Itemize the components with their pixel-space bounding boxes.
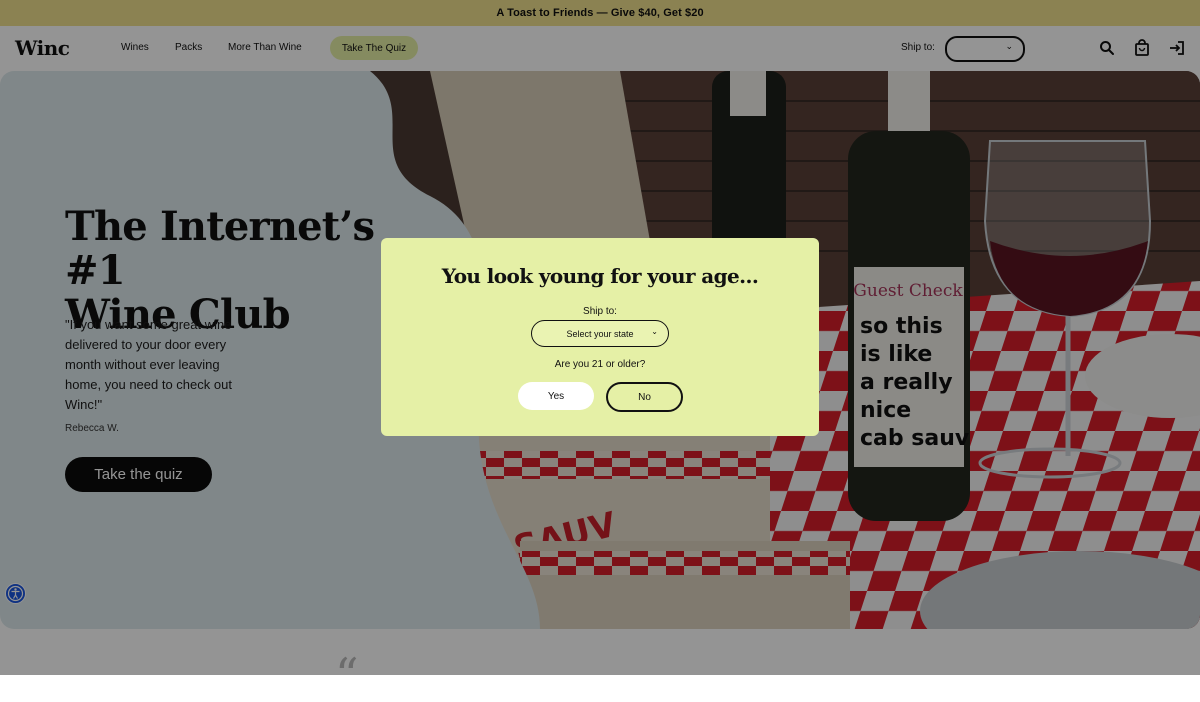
yes-label: Yes <box>547 390 565 402</box>
yes-button[interactable]: Yes <box>518 382 594 410</box>
age-question: Are you 21 or older? <box>554 359 646 370</box>
no-button[interactable]: No <box>606 382 683 412</box>
no-label: No <box>638 391 651 403</box>
state-select[interactable]: Select your state ⌄ <box>531 320 669 347</box>
state-select-placeholder: Select your state <box>566 328 634 339</box>
modal-ship-label: Ship to: <box>583 306 617 317</box>
chevron-down-icon: ⌄ <box>651 327 658 336</box>
age-verification-modal: You look young for your age... Ship to: … <box>381 238 819 436</box>
modal-title: You look young for your age... <box>441 264 759 288</box>
